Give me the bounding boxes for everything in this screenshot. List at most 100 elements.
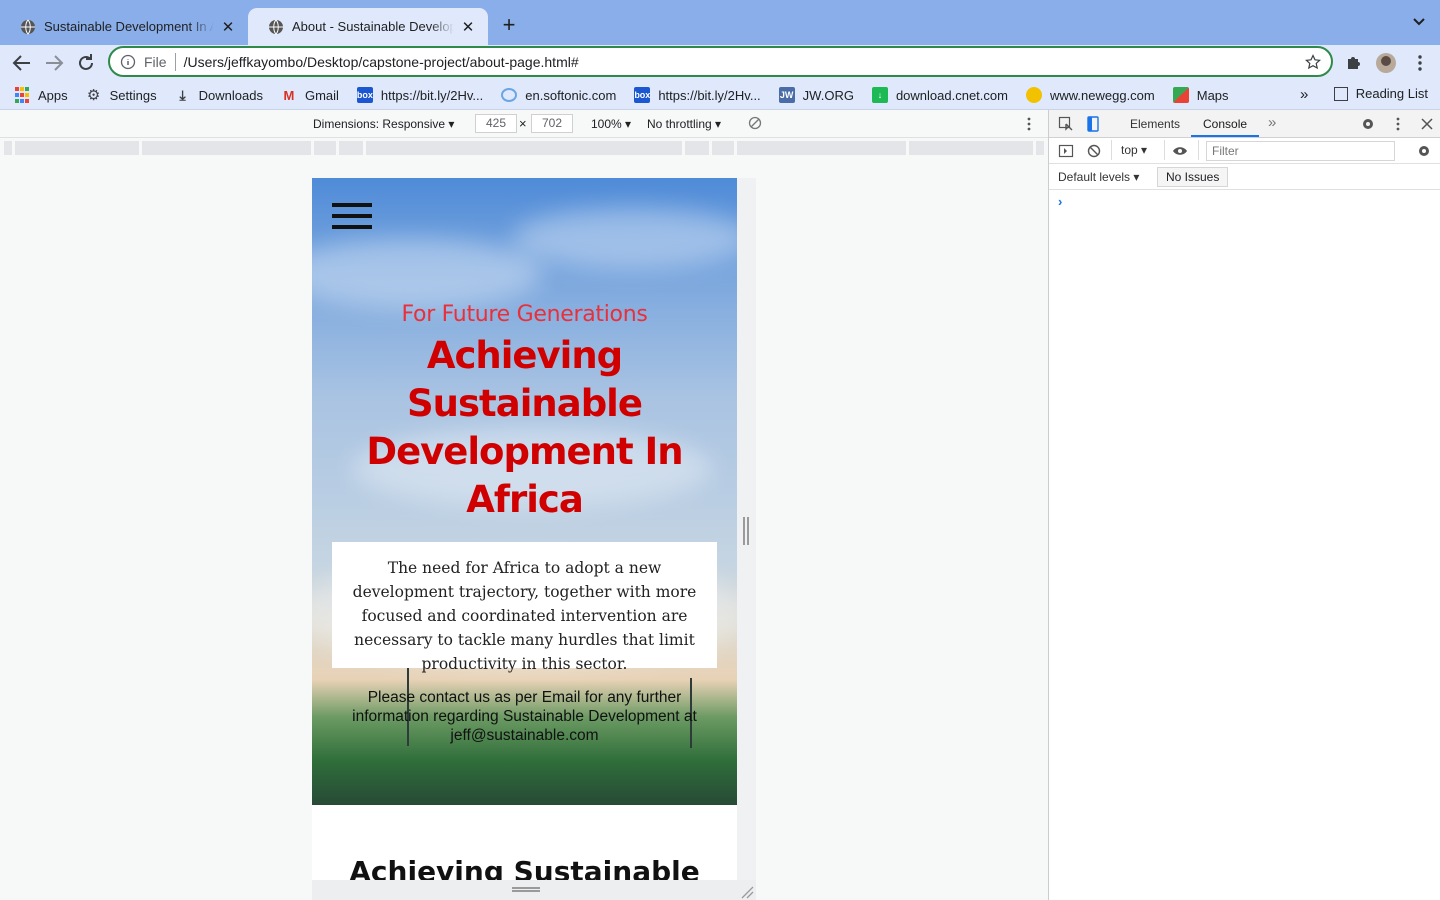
- intro-card: The need for Africa to adopt a new devel…: [332, 542, 717, 673]
- globe-icon: [21, 19, 35, 34]
- tab-sustainable-development[interactable]: Sustainable Development In Africa ✕: [0, 8, 248, 45]
- horizontal-resize-handle[interactable]: [512, 887, 540, 892]
- sidebar-toggle-icon[interactable]: [1058, 143, 1074, 159]
- bookmark-label: en.softonic.com: [525, 87, 617, 103]
- levels-select[interactable]: Default levels ▾: [1058, 170, 1139, 184]
- bookmark-gmail[interactable]: M Gmail: [281, 87, 339, 103]
- bookmark-label: Maps: [1196, 87, 1229, 103]
- height-input[interactable]: 702: [531, 114, 573, 133]
- ruler-segment[interactable]: [366, 141, 682, 155]
- close-tab-icon[interactable]: ✕: [460, 18, 476, 36]
- device-emulation-area: Dimensions: Responsive ▾ 425 × 702 100% …: [0, 110, 1048, 900]
- dimensions-select[interactable]: Dimensions: Responsive ▾: [313, 117, 454, 131]
- tab-title: About - Sustainable Development In Afric…: [292, 19, 454, 34]
- throttling-select[interactable]: No throttling ▾: [647, 117, 721, 131]
- bookmark-settings[interactable]: ⚙ Settings: [86, 87, 157, 104]
- box-icon: box: [634, 87, 650, 103]
- reload-icon[interactable]: [74, 51, 98, 75]
- corner-resize-handle[interactable]: [740, 885, 754, 899]
- bookmark-label: https://bit.ly/2Hv...: [380, 87, 484, 103]
- bookmark-softonic[interactable]: en.softonic.com: [501, 88, 616, 103]
- eye-icon[interactable]: [1172, 143, 1188, 159]
- bookmark-bitly-1[interactable]: box https://bit.ly/2Hv...: [356, 87, 484, 103]
- ruler-segment[interactable]: [4, 141, 12, 155]
- ruler-segment[interactable]: [909, 141, 1033, 155]
- ruler-segment[interactable]: [685, 141, 709, 155]
- vertical-resize-handle[interactable]: [743, 517, 749, 545]
- download-icon: ⤓: [179, 86, 186, 103]
- menu-kebab-icon[interactable]: [1410, 53, 1430, 73]
- ruler-segment[interactable]: [314, 141, 336, 155]
- address-bar[interactable]: File /Users/jeffkayombo/Desktop/capstone…: [108, 46, 1333, 77]
- dimensions-label: Dimensions: Responsive: [313, 117, 446, 131]
- reading-list-icon: [1333, 86, 1348, 101]
- console-levels-bar: Default levels ▾ No Issues: [1049, 164, 1440, 190]
- bookmark-label: Settings: [109, 87, 157, 103]
- more-tabs-icon[interactable]: »: [1268, 114, 1276, 131]
- context-select[interactable]: top ▾: [1121, 143, 1147, 157]
- hero-subtitle: For Future Generations: [401, 302, 648, 327]
- close-tab-icon[interactable]: ✕: [220, 18, 236, 36]
- rotate-icon[interactable]: [748, 116, 762, 130]
- newegg-icon: [1025, 87, 1042, 103]
- bookmarks-bar: Apps ⚙ Settings ⤓ Downloads M Gmail box …: [0, 81, 1440, 110]
- ruler-segment[interactable]: [15, 141, 139, 155]
- inspect-element-icon[interactable]: [1058, 116, 1074, 132]
- cloud-decoration: [512, 208, 737, 268]
- browser-toolbar: File /Users/jeffkayombo/Desktop/capstone…: [0, 45, 1440, 81]
- bookmark-apps[interactable]: Apps: [14, 87, 68, 103]
- bookmark-downloads[interactable]: ⤓ Downloads: [175, 87, 263, 103]
- ruler-segment[interactable]: [737, 141, 906, 155]
- toolbar-divider: [1111, 140, 1112, 160]
- ruler-segment[interactable]: [712, 141, 734, 155]
- ruler-segment[interactable]: [1036, 141, 1044, 155]
- active-tab-indicator: [1191, 135, 1259, 137]
- ruler-segment[interactable]: [142, 141, 311, 155]
- new-tab-button[interactable]: +: [498, 12, 520, 38]
- tab-console[interactable]: Console: [1203, 117, 1247, 131]
- zoom-select[interactable]: 100% ▾: [591, 117, 631, 131]
- more-options-icon[interactable]: [1024, 116, 1034, 132]
- extensions-puzzle-icon[interactable]: [1344, 53, 1364, 73]
- levels-label: Default levels: [1058, 170, 1131, 184]
- tab-about[interactable]: About - Sustainable Development In Afric…: [248, 8, 488, 45]
- clear-console-icon[interactable]: [1086, 143, 1102, 159]
- gmail-icon: M: [283, 87, 295, 103]
- media-query-ruler: [0, 141, 1048, 155]
- tab-strip: Sustainable Development In Africa ✕ Abou…: [0, 0, 1440, 45]
- gear-icon[interactable]: [1416, 143, 1432, 159]
- gear-icon[interactable]: [1360, 116, 1376, 132]
- tab-elements[interactable]: Elements: [1130, 117, 1180, 131]
- profile-avatar[interactable]: [1376, 53, 1396, 73]
- bookmark-newegg[interactable]: www.newegg.com: [1025, 87, 1155, 103]
- chevron-down-icon[interactable]: [1412, 15, 1426, 29]
- url-text[interactable]: /Users/jeffkayombo/Desktop/capstone-proj…: [184, 54, 1305, 70]
- bookmark-bitly-2[interactable]: box https://bit.ly/2Hv...: [634, 87, 761, 103]
- menu-kebab-icon[interactable]: [1390, 116, 1406, 132]
- close-icon[interactable]: [1419, 116, 1435, 132]
- console-filter-input[interactable]: Filter: [1206, 141, 1395, 161]
- console-prompt[interactable]: ›: [1058, 194, 1062, 209]
- bookmark-star-icon[interactable]: [1305, 53, 1321, 70]
- intro-text: The need for Africa to adopt a new devel…: [352, 559, 697, 673]
- bookmark-maps[interactable]: Maps: [1172, 87, 1229, 103]
- ruler-segment[interactable]: [339, 141, 363, 155]
- bookmark-label: Downloads: [198, 87, 263, 103]
- more-bookmarks-icon[interactable]: »: [1300, 86, 1308, 103]
- bookmark-jw[interactable]: JW JW.ORG: [778, 87, 854, 103]
- emulated-page: For Future Generations Achieving Sustain…: [312, 178, 737, 880]
- devtools-panel: Elements Console » top ▾ Filter Default …: [1048, 110, 1440, 900]
- width-input[interactable]: 425: [475, 114, 517, 133]
- jw-icon: JW: [778, 87, 795, 103]
- device-toggle-icon[interactable]: [1085, 116, 1101, 132]
- info-icon[interactable]: [120, 54, 136, 70]
- bookmark-label: www.newegg.com: [1049, 87, 1155, 103]
- bookmark-cnet[interactable]: ↓ download.cnet.com: [871, 87, 1008, 103]
- bookmark-label: download.cnet.com: [895, 87, 1008, 103]
- forward-arrow-icon[interactable]: [42, 51, 66, 75]
- reading-list-button[interactable]: Reading List: [1333, 86, 1428, 101]
- back-arrow-icon[interactable]: [10, 51, 34, 75]
- hero-headline: Achieving Sustainable Development In Afr…: [366, 334, 683, 521]
- hamburger-menu-icon[interactable]: [332, 203, 372, 233]
- issues-button[interactable]: No Issues: [1157, 167, 1229, 187]
